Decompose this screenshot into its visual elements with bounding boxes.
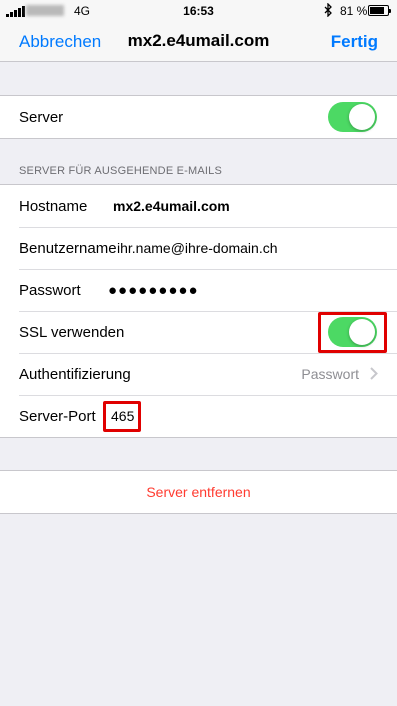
username-row[interactable]: Benutzername ihr.name@ihre-domain.ch <box>0 227 397 269</box>
outgoing-server-group: Hostname mx2.e4umail.com Benutzername ih… <box>0 184 397 438</box>
server-group: Server <box>0 95 397 139</box>
chevron-right-icon <box>370 367 378 384</box>
authentication-row[interactable]: Authentifizierung Passwort <box>0 353 397 395</box>
server-port-row[interactable]: Server-Port 465 <box>0 395 397 437</box>
server-port-highlight <box>103 401 141 432</box>
battery-percentage: 81 % <box>340 4 368 18</box>
bluetooth-icon <box>324 2 333 20</box>
server-label: Server <box>19 108 64 126</box>
server-port-label: Server-Port <box>19 407 96 425</box>
battery-icon <box>368 5 391 16</box>
password-label: Passwort <box>19 281 81 299</box>
password-field[interactable]: ●●●●●●●●● <box>108 282 199 299</box>
status-bar: 4G 16:53 81 % <box>0 0 397 22</box>
done-button[interactable]: Fertig <box>331 32 378 52</box>
ssl-toggle-highlight <box>318 312 387 353</box>
server-toggle[interactable] <box>328 102 377 132</box>
username-field[interactable]: ihr.name@ihre-domain.ch <box>117 240 278 256</box>
ssl-label: SSL verwenden <box>19 323 125 341</box>
authentication-label: Authentifizierung <box>19 365 131 383</box>
hostname-field[interactable]: mx2.e4umail.com <box>113 198 230 214</box>
hostname-label: Hostname <box>19 197 88 215</box>
username-label: Benutzername <box>19 239 117 257</box>
server-row: Server <box>0 96 397 138</box>
remove-server-button[interactable]: Server entfernen <box>0 471 397 513</box>
authentication-value: Passwort <box>301 366 359 382</box>
section-header-outgoing: SERVER FÜR AUSGEHENDE E-MAILS <box>19 165 223 177</box>
battery-tip <box>389 9 391 13</box>
toggle-knob <box>349 104 375 130</box>
clock: 16:53 <box>183 4 214 18</box>
hostname-row[interactable]: Hostname mx2.e4umail.com <box>0 185 397 227</box>
navigation-bar: Abbrechen mx2.e4umail.com Fertig <box>0 22 397 62</box>
battery-fill <box>370 7 384 14</box>
password-row[interactable]: Passwort ●●●●●●●●● <box>0 269 397 311</box>
remove-server-group: Server entfernen <box>0 470 397 514</box>
